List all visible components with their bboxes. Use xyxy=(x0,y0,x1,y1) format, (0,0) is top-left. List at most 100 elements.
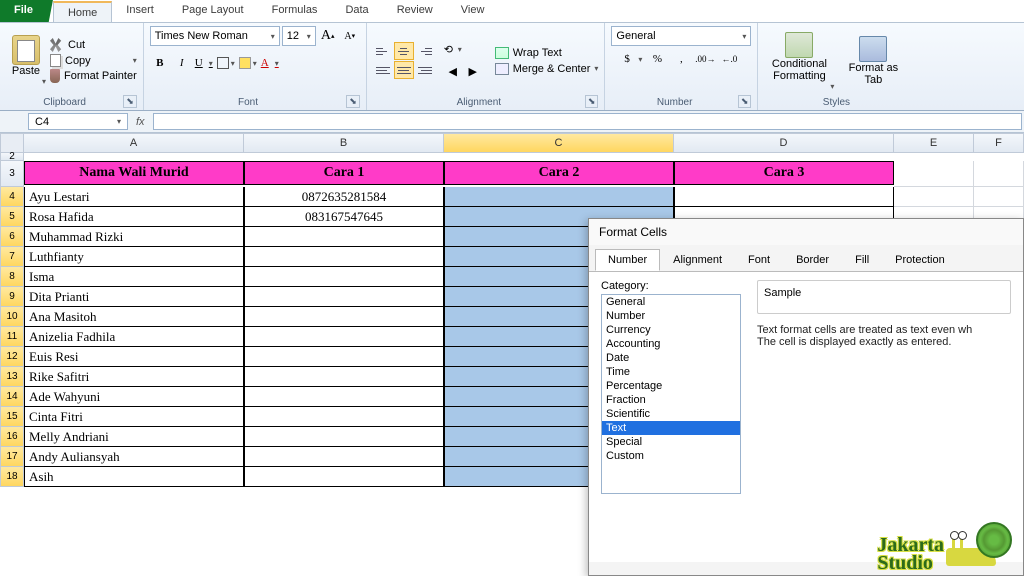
cell-cara1[interactable] xyxy=(244,227,444,247)
cell-cara1[interactable] xyxy=(244,387,444,407)
increase-decimal-button[interactable]: .00→ xyxy=(695,49,715,69)
italic-button[interactable]: I xyxy=(172,53,192,73)
borders-button[interactable]: ▾ xyxy=(216,53,236,73)
formula-input[interactable] xyxy=(153,113,1022,130)
cell-name[interactable]: Muhammad Rizki xyxy=(24,227,244,247)
cell-cara1[interactable] xyxy=(244,287,444,307)
number-format-combo[interactable]: General▾ xyxy=(611,26,751,46)
category-item-currency[interactable]: Currency xyxy=(602,323,740,337)
cell-cara2[interactable] xyxy=(444,187,674,207)
fill-color-button[interactable]: ▾ xyxy=(238,53,258,73)
row-header-18[interactable]: 18 xyxy=(0,467,24,487)
tab-data[interactable]: Data xyxy=(331,0,382,22)
align-top-left-button[interactable] xyxy=(373,42,393,60)
dialog-tab-number[interactable]: Number xyxy=(595,249,660,271)
align-right-button[interactable] xyxy=(415,61,435,79)
align-top-right-button[interactable] xyxy=(415,42,435,60)
cell-cara1[interactable] xyxy=(244,307,444,327)
merge-center-button[interactable]: Merge & Center▾ xyxy=(495,63,599,75)
row-header-7[interactable]: 7 xyxy=(0,247,24,267)
shrink-font-button[interactable]: A▾ xyxy=(340,26,360,46)
row-header-9[interactable]: 9 xyxy=(0,287,24,307)
row-header-11[interactable]: 11 xyxy=(0,327,24,347)
row-header-8[interactable]: 8 xyxy=(0,267,24,287)
row-header-17[interactable]: 17 xyxy=(0,447,24,467)
currency-button[interactable]: $▾ xyxy=(623,49,643,69)
font-color-button[interactable]: A▾ xyxy=(260,53,280,73)
header-cara3[interactable]: Cara 3 xyxy=(674,161,894,185)
cell-name[interactable]: Ayu Lestari xyxy=(24,187,244,207)
row-header-13[interactable]: 13 xyxy=(0,367,24,387)
cell-cara1[interactable] xyxy=(244,367,444,387)
row-header-14[interactable]: 14 xyxy=(0,387,24,407)
tab-file[interactable]: File xyxy=(0,0,53,22)
col-header-F[interactable]: F xyxy=(974,133,1024,153)
category-item-custom[interactable]: Custom xyxy=(602,449,740,463)
dialog-launcher-icon[interactable]: ⬊ xyxy=(123,95,137,108)
category-item-accounting[interactable]: Accounting xyxy=(602,337,740,351)
category-item-general[interactable]: General xyxy=(602,295,740,309)
grow-font-button[interactable]: A▴ xyxy=(318,26,338,46)
dialog-launcher-icon[interactable]: ⬊ xyxy=(346,95,360,108)
tab-page-layout[interactable]: Page Layout xyxy=(168,0,258,22)
cell-cara3[interactable] xyxy=(674,187,894,207)
cell-name[interactable]: Rosa Hafida xyxy=(24,207,244,227)
percent-button[interactable]: % xyxy=(647,49,667,69)
row-header-10[interactable]: 10 xyxy=(0,307,24,327)
comma-button[interactable]: , xyxy=(671,49,691,69)
cell-cara1[interactable] xyxy=(244,447,444,467)
row-header-5[interactable]: 5 xyxy=(0,207,24,227)
category-item-date[interactable]: Date xyxy=(602,351,740,365)
font-name-combo[interactable]: Times New Roman▾ xyxy=(150,26,280,46)
category-item-percentage[interactable]: Percentage xyxy=(602,379,740,393)
tab-formulas[interactable]: Formulas xyxy=(258,0,332,22)
tab-review[interactable]: Review xyxy=(383,0,447,22)
tab-home[interactable]: Home xyxy=(53,1,112,22)
cell-name[interactable]: Rike Safitri xyxy=(24,367,244,387)
cell-cara1[interactable] xyxy=(244,327,444,347)
align-center-button[interactable] xyxy=(394,61,414,79)
cell-name[interactable]: Asih xyxy=(24,467,244,487)
orientation-button[interactable]: ⟲▾ xyxy=(443,40,463,60)
cell-cara1[interactable] xyxy=(244,247,444,267)
underline-button[interactable]: U▾ xyxy=(194,53,214,73)
row-header-2[interactable]: 2 xyxy=(0,153,24,161)
dialog-tab-fill[interactable]: Fill xyxy=(842,249,882,271)
row-header-12[interactable]: 12 xyxy=(0,347,24,367)
cell-name[interactable]: Dita Prianti xyxy=(24,287,244,307)
tab-insert[interactable]: Insert xyxy=(112,0,168,22)
row-header-6[interactable]: 6 xyxy=(0,227,24,247)
cell-name[interactable]: Cinta Fitri xyxy=(24,407,244,427)
cell-name[interactable]: Ade Wahyuni xyxy=(24,387,244,407)
name-box[interactable]: C4▾ xyxy=(28,113,128,130)
col-header-A[interactable]: A xyxy=(24,133,244,153)
cell-cara1[interactable] xyxy=(244,467,444,487)
col-header-E[interactable]: E xyxy=(894,133,974,153)
col-header-B[interactable]: B xyxy=(244,133,444,153)
category-item-scientific[interactable]: Scientific xyxy=(602,407,740,421)
paste-button[interactable]: Paste ▾ xyxy=(6,35,46,86)
cell-cara1[interactable]: 083167547645 xyxy=(244,207,444,227)
dialog-launcher-icon[interactable]: ⬊ xyxy=(738,95,752,108)
increase-indent-button[interactable]: ▶ xyxy=(463,62,483,82)
tab-view[interactable]: View xyxy=(447,0,499,22)
cell-cara1[interactable] xyxy=(244,427,444,447)
format-painter-button[interactable]: Format Painter xyxy=(50,69,137,83)
conditional-formatting-button[interactable]: Conditional Formatting▾ xyxy=(764,32,834,91)
header-cara1[interactable]: Cara 1 xyxy=(244,161,444,185)
dialog-tab-font[interactable]: Font xyxy=(735,249,783,271)
cell-name[interactable]: Anizelia Fadhila xyxy=(24,327,244,347)
cell-name[interactable]: Andy Auliansyah xyxy=(24,447,244,467)
cell-cara1[interactable] xyxy=(244,407,444,427)
format-as-table-button[interactable]: Format as Tab xyxy=(838,36,908,86)
cell-name[interactable]: Melly Andriani xyxy=(24,427,244,447)
cell-cara1[interactable] xyxy=(244,267,444,287)
cell-cara1[interactable] xyxy=(244,347,444,367)
col-header-D[interactable]: D xyxy=(674,133,894,153)
row-header-16[interactable]: 16 xyxy=(0,427,24,447)
category-item-special[interactable]: Special xyxy=(602,435,740,449)
category-item-fraction[interactable]: Fraction xyxy=(602,393,740,407)
fx-label[interactable]: fx xyxy=(130,111,151,132)
header-cara2[interactable]: Cara 2 xyxy=(444,161,674,185)
copy-button[interactable]: Copy▾ xyxy=(50,54,137,67)
